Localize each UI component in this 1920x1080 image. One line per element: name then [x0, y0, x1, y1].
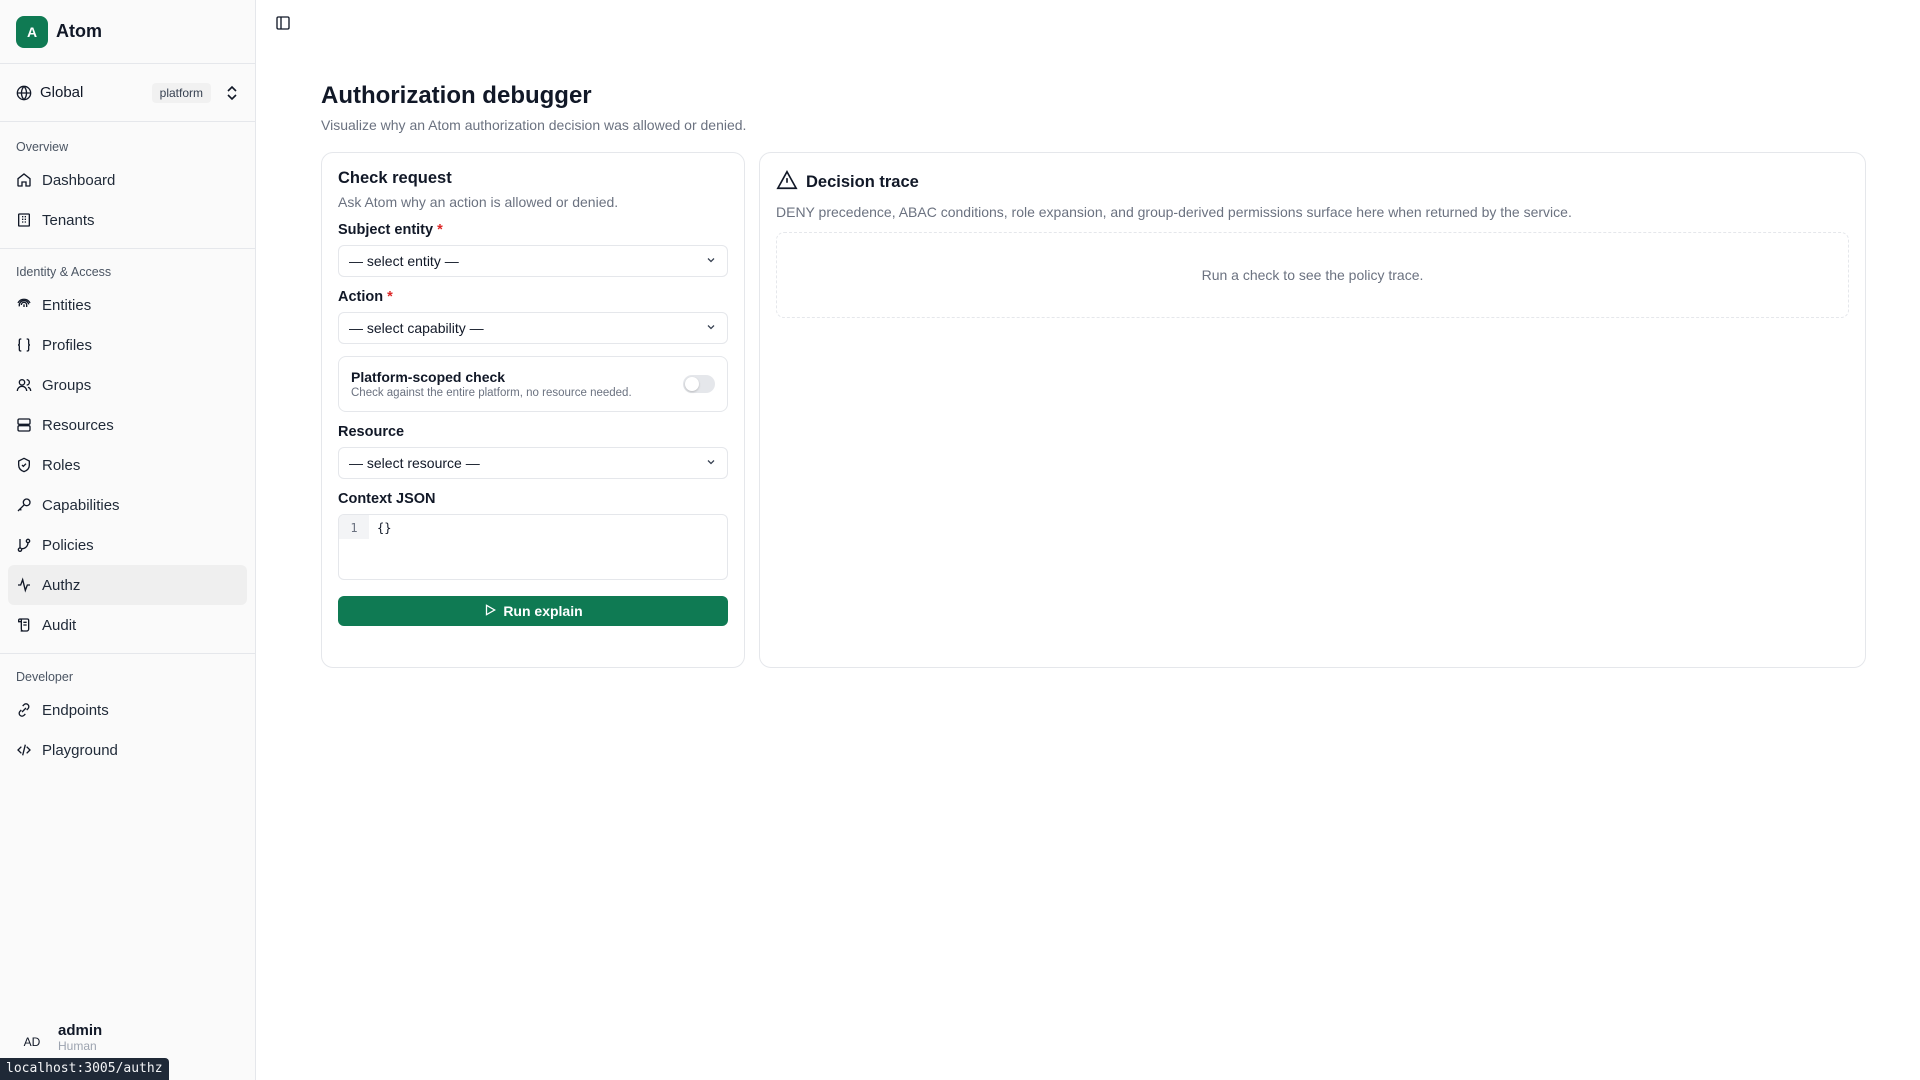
action-label: Action * [338, 289, 393, 305]
sidebar-item-label: Entities [42, 296, 92, 314]
platform-check-title: Platform-scoped check [351, 369, 506, 385]
nav-group-title: Overview [16, 140, 69, 154]
sidebar-item-entities[interactable]: Entities [8, 285, 247, 325]
platform-scoped-toggle[interactable] [683, 375, 715, 393]
trace-header: Decision trace [776, 169, 1849, 196]
play-icon [483, 603, 497, 620]
chevron-down-icon [705, 455, 717, 471]
sidebar-item-label: Resources [42, 416, 114, 434]
scope-switcher[interactable]: Global platform [0, 64, 255, 122]
git-branch-icon [16, 537, 32, 553]
sidebar-item-capabilities[interactable]: Capabilities [8, 485, 247, 525]
nav-divider [0, 653, 255, 654]
sidebar-item-label: Authz [42, 576, 81, 594]
sidebar-item-label: Profiles [42, 336, 93, 354]
panel-left-icon [275, 15, 291, 36]
subject-entity-label: Subject entity * [338, 222, 443, 238]
chevrons-up-down-icon [225, 84, 239, 102]
sidebar-item-endpoints[interactable]: Endpoints [8, 690, 247, 730]
sidebar-item-label: Audit [42, 616, 77, 634]
nav-group-title: Developer [16, 670, 73, 684]
card-description: Ask Atom why an action is allowed or den… [338, 194, 619, 210]
resource-label: Resource [338, 424, 405, 440]
link-icon [16, 702, 32, 718]
app-name: Atom [56, 21, 102, 41]
nav-divider [0, 248, 255, 249]
sidebar-item-authz[interactable]: Authz [8, 565, 247, 605]
chevron-down-icon [705, 253, 717, 269]
sidebar-item-profiles[interactable]: Profiles [8, 325, 247, 365]
sidebar-item-roles[interactable]: Roles [8, 445, 247, 485]
action-select[interactable]: — select capability — [338, 312, 728, 344]
sidebar-item-policies[interactable]: Policies [8, 525, 247, 565]
platform-check-description: Check against the entire platform, no re… [351, 387, 632, 399]
brand[interactable]: A Atom [0, 0, 255, 64]
sidebar-item-audit[interactable]: Audit [8, 605, 247, 645]
sidebar-item-label: Dashboard [42, 171, 116, 189]
empty-state-text: Run a check to see the policy trace. [1201, 267, 1424, 283]
required-mark: * [437, 222, 443, 238]
context-json-editor[interactable]: 1 {} [338, 514, 728, 580]
select-value: — select resource — [349, 455, 480, 471]
context-json-label: Context JSON [338, 491, 436, 507]
sidebar: A Atom Global platform Overview Dashboar… [0, 0, 256, 1080]
fingerprint-icon [16, 297, 32, 313]
check-request-card: Check request Ask Atom why an action is … [321, 152, 745, 668]
sidebar-item-label: Capabilities [42, 496, 120, 514]
subject-entity-select[interactable]: — select entity — [338, 245, 728, 277]
card-title: Check request [338, 169, 452, 187]
key-icon [16, 497, 32, 513]
status-bar-url: localhost:3005/authz [0, 1058, 169, 1080]
sidebar-item-playground[interactable]: Playground [8, 730, 247, 770]
page-subtitle: Visualize why an Atom authorization deci… [321, 117, 747, 133]
user-menu[interactable]: AD admin Human [16, 1022, 103, 1058]
run-explain-button[interactable]: Run explain [338, 596, 728, 626]
chevron-down-icon [705, 320, 717, 336]
globe-icon [16, 85, 32, 101]
required-mark: * [387, 289, 393, 305]
sidebar-item-resources[interactable]: Resources [8, 405, 247, 445]
sidebar-item-label: Tenants [42, 211, 95, 229]
code-content: {} [377, 521, 392, 535]
braces-icon [16, 337, 32, 353]
resource-select[interactable]: — select resource — [338, 447, 728, 479]
line-number: 1 [339, 515, 369, 539]
building-icon [16, 212, 32, 228]
sidebar-item-tenants[interactable]: Tenants [8, 200, 247, 240]
card-title: Decision trace [806, 173, 919, 191]
shield-icon [16, 457, 32, 473]
sidebar-item-label: Roles [42, 456, 81, 474]
scope-label: Global [40, 84, 84, 101]
select-value: — select capability — [349, 320, 484, 336]
sidebar-item-dashboard[interactable]: Dashboard [8, 160, 247, 200]
select-value: — select entity — [349, 253, 459, 269]
users-icon [16, 377, 32, 393]
sidebar-item-label: Playground [42, 741, 118, 759]
decision-trace-card: Decision trace DENY precedence, ABAC con… [759, 152, 1866, 668]
avatar: AD [23, 1035, 41, 1049]
trace-empty-state: Run a check to see the policy trace. [776, 232, 1849, 318]
alert-triangle-icon [776, 169, 798, 196]
server-icon [16, 417, 32, 433]
platform-scoped-check: Platform-scoped check Check against the … [338, 356, 728, 412]
button-label: Run explain [503, 603, 583, 619]
app-logo: A [16, 15, 48, 48]
scroll-icon [16, 617, 32, 633]
sidebar-toggle-button[interactable] [272, 14, 294, 36]
sidebar-item-groups[interactable]: Groups [8, 365, 247, 405]
page-title: Authorization debugger [321, 82, 592, 109]
sidebar-item-label: Policies [42, 536, 94, 554]
scope-tag: platform [151, 82, 211, 103]
user-role: Human [58, 1039, 97, 1053]
nav-group-title: Identity & Access [16, 265, 112, 279]
code-icon [16, 742, 32, 758]
user-name: admin [58, 1022, 103, 1039]
home-icon [16, 172, 32, 188]
trace-description: DENY precedence, ABAC conditions, role e… [776, 204, 1572, 220]
sidebar-item-label: Groups [42, 376, 92, 394]
activity-icon [16, 577, 32, 593]
sidebar-item-label: Endpoints [42, 701, 109, 719]
